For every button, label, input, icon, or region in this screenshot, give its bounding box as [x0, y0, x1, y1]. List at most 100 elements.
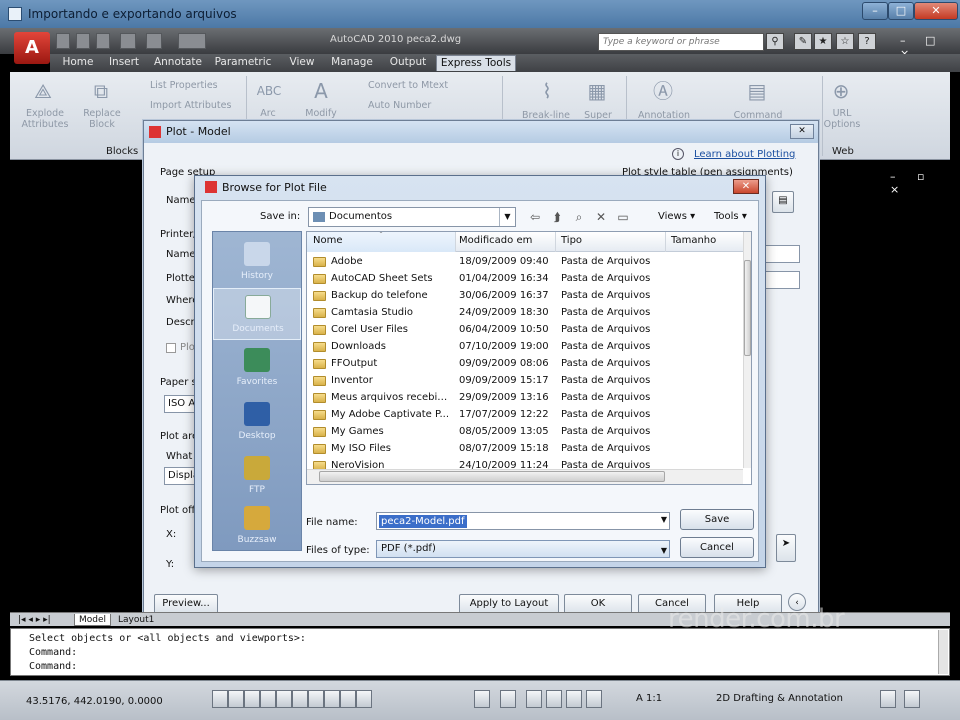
ducs-icon[interactable] [308, 690, 324, 708]
command-line-scrollbar[interactable] [938, 630, 948, 674]
search-web-icon[interactable]: ⌕ [570, 208, 588, 226]
subscription-icon[interactable]: ★ [814, 33, 832, 50]
modify-icon[interactable]: A [308, 78, 334, 104]
steering-wheel-icon[interactable] [566, 690, 582, 708]
wrench-icon[interactable]: ✎ [794, 33, 812, 50]
lineweight-icon[interactable] [340, 690, 356, 708]
snap-icon[interactable] [212, 690, 228, 708]
file-row[interactable]: My ISO Files 08/07/2009 15:18 Pasta de Arq… [307, 441, 667, 458]
views-menu[interactable]: Views ▾ [658, 211, 695, 222]
polar-icon[interactable] [260, 690, 276, 708]
file-row[interactable]: AutoCAD Sheet Sets 01/04/2009 16:34 Pasta … [307, 271, 667, 288]
autocad-logo-icon[interactable]: A [14, 32, 50, 64]
otrack-icon[interactable] [292, 690, 308, 708]
back-icon[interactable]: ⇦ [526, 208, 544, 226]
file-row[interactable]: Camtasia Studio 24/09/2009 18:30 Pasta de … [307, 305, 667, 322]
drawing-window-controls[interactable]: – ▫ × [890, 170, 960, 196]
open-icon[interactable] [76, 33, 90, 49]
tab-express-tools[interactable]: Express Tools [436, 55, 516, 71]
ok-button[interactable]: OK [564, 594, 632, 614]
replace-block-label[interactable]: Replace Block [72, 108, 132, 130]
column-header-modified[interactable]: Modificado em [459, 235, 532, 246]
annotation-scale[interactable]: A 1:1 [636, 693, 662, 704]
file-row[interactable]: Corel User Files 06/04/2009 10:50 Pasta de… [307, 322, 667, 339]
layout-icon[interactable] [500, 690, 516, 708]
command-prompt[interactable]: Command: [29, 660, 949, 674]
tab-home[interactable]: Home [56, 55, 100, 71]
super-hatch-icon[interactable]: ▦ [584, 78, 610, 104]
file-name-value[interactable]: peca2-Model.pdf [379, 515, 467, 528]
file-row[interactable]: Meus arquivos recebid... 29/09/2009 13:16… [307, 390, 667, 407]
chevron-down-icon[interactable]: ▼ [661, 543, 667, 559]
column-header-type[interactable]: Tipo [561, 235, 582, 246]
place-buzzsaw[interactable]: Buzzsaw [213, 500, 301, 552]
place-favorites[interactable]: Favorites [213, 342, 301, 394]
clean-screen-icon[interactable] [904, 690, 920, 708]
favorites-icon[interactable]: ☆ [836, 33, 854, 50]
undo-icon[interactable] [120, 33, 136, 49]
place-ftp[interactable]: FTP [213, 450, 301, 502]
quick-properties-icon[interactable] [356, 690, 372, 708]
tab-manage[interactable]: Manage [326, 55, 378, 71]
tab-annotate[interactable]: Annotate [150, 55, 206, 71]
learn-about-plotting-link[interactable]: Learn about Plotting [694, 149, 795, 160]
new-folder-icon[interactable]: ▭ [614, 208, 632, 226]
save-button[interactable]: Save [680, 509, 754, 530]
edit-plot-style-button[interactable]: ▤ [772, 191, 794, 213]
plot-to-file-checkbox[interactable] [166, 343, 176, 353]
tab-insert[interactable]: Insert [102, 55, 146, 71]
command-line[interactable]: Select objects or <all objects and viewp… [10, 628, 950, 676]
dyn-icon[interactable] [324, 690, 340, 708]
apply-to-layout-button[interactable]: Apply to Layout [459, 594, 559, 614]
column-header-name[interactable]: Nome [313, 235, 343, 246]
grid-icon[interactable] [228, 690, 244, 708]
save-icon[interactable] [96, 33, 110, 49]
new-icon[interactable] [56, 33, 70, 49]
modify-label[interactable]: Modify [296, 108, 346, 119]
plot-close-button[interactable]: ✕ [790, 124, 814, 139]
plot-style-select[interactable] [764, 245, 800, 263]
explode-attributes-icon[interactable]: ⟁ [30, 78, 56, 104]
tab-view[interactable]: View [282, 55, 322, 71]
ortho-icon[interactable] [244, 690, 260, 708]
place-history[interactable]: History [213, 236, 301, 288]
url-options-icon[interactable]: ⊕ [828, 78, 854, 104]
binoculars-icon[interactable]: ⚲ [766, 33, 784, 50]
file-row[interactable]: Backup do telefone 30/06/2009 16:37 Pasta … [307, 288, 667, 305]
tab-output[interactable]: Output [384, 55, 432, 71]
preview-button[interactable]: Preview... [154, 594, 218, 614]
file-row[interactable]: My Games 08/05/2009 13:05 Pasta de Arquivo… [307, 424, 667, 441]
apply-arrow-button[interactable]: ➤ [776, 534, 796, 562]
minimize-button[interactable]: – [862, 2, 888, 20]
explode-attributes-label[interactable]: Explode Attributes [14, 108, 76, 130]
file-type-select[interactable]: PDF (*.pdf) ▼ [376, 540, 670, 558]
horizontal-scroll-thumb[interactable] [319, 471, 665, 482]
url-options-label[interactable]: URL Options [816, 108, 868, 130]
import-attributes-button[interactable]: Import Attributes [132, 100, 242, 111]
pan-icon[interactable] [526, 690, 542, 708]
file-row[interactable]: My Adobe Captivate P... 17/07/2009 12:22 P… [307, 407, 667, 424]
search-input[interactable]: Type a keyword or phrase [598, 33, 764, 51]
lock-icon[interactable] [880, 690, 896, 708]
save-in-select[interactable]: Documentos ▼ [308, 207, 516, 227]
file-row[interactable]: Adobe 18/09/2009 09:40 Pasta de Arquivos [307, 254, 667, 271]
file-name-input[interactable]: peca2-Model.pdf ▼ [376, 512, 670, 530]
tab-parametric[interactable]: Parametric [210, 55, 276, 71]
tab-model[interactable]: Model [74, 614, 112, 626]
close-button[interactable]: ✕ [914, 2, 958, 20]
file-row[interactable]: Inventor 09/09/2009 15:17 Pasta de Arquivo… [307, 373, 667, 390]
tools-menu[interactable]: Tools ▾ [714, 211, 747, 222]
osnap-icon[interactable] [276, 690, 292, 708]
maximize-button[interactable]: □ [888, 2, 914, 20]
annotation-icon[interactable]: Ⓐ [650, 78, 676, 104]
zoom-icon[interactable] [546, 690, 562, 708]
cancel-button[interactable]: Cancel [680, 537, 754, 558]
tab-nav-arrows[interactable]: |◂ ◂ ▸ ▸| [14, 614, 55, 626]
plot-icon[interactable] [178, 33, 206, 49]
file-row[interactable]: Downloads 07/10/2009 19:00 Pasta de Arquiv… [307, 339, 667, 356]
place-documents[interactable]: Documents [213, 288, 301, 340]
browse-close-button[interactable]: ✕ [733, 179, 759, 194]
replace-block-icon[interactable]: ⧉ [88, 78, 114, 104]
tab-layout1[interactable]: Layout1 [114, 614, 158, 626]
shaded-viewport-select[interactable] [764, 271, 800, 289]
